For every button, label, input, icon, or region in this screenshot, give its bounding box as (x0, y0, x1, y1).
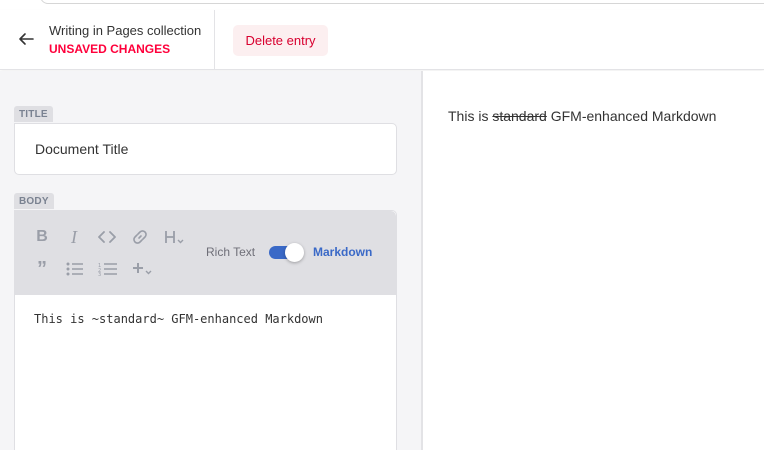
heading-icon[interactable] (163, 227, 187, 247)
markdown-mode-label[interactable]: Markdown (313, 245, 372, 259)
preview-text-before: This is (448, 108, 493, 124)
preview-paragraph: This is standard GFM-enhanced Markdown (448, 108, 716, 124)
markdown-textarea[interactable]: This is ~standard~ GFM-enhanced Markdown (34, 312, 323, 326)
quote-icon[interactable]: ” (32, 258, 52, 280)
svg-text:3: 3 (98, 272, 101, 276)
delete-entry-button[interactable]: Delete entry (233, 25, 328, 56)
code-icon[interactable] (97, 227, 117, 247)
address-bar (40, 0, 764, 4)
back-to-collection-link[interactable]: Writing in Pages collection UNSAVED CHAN… (0, 10, 215, 70)
mode-toggle[interactable] (269, 243, 305, 262)
toggle-knob (285, 243, 304, 262)
title-input-value: Document Title (35, 141, 129, 157)
body-editor[interactable]: B I ” 123 Rich Text Markdown This is ~st… (14, 210, 397, 450)
italic-icon[interactable]: I (64, 227, 84, 247)
editor-toolbar: B I ” 123 Rich Text Markdown (15, 211, 396, 295)
editor-pane: TITLE Document Title BODY B I ” 123 Rich… (0, 71, 421, 450)
link-icon[interactable] (130, 227, 150, 247)
title-field-label: TITLE (14, 106, 53, 122)
editor-header: Writing in Pages collection UNSAVED CHAN… (0, 10, 764, 70)
preview-pane: This is standard GFM-enhanced Markdown (423, 71, 764, 450)
bold-icon[interactable]: B (32, 227, 52, 247)
back-arrow-icon (19, 33, 34, 45)
unsaved-status: UNSAVED CHANGES (49, 42, 171, 56)
preview-strikethrough: standard (492, 108, 547, 124)
numbered-list-icon[interactable]: 123 (98, 259, 118, 279)
preview-text-after: GFM-enhanced Markdown (546, 108, 717, 124)
rich-text-mode-label[interactable]: Rich Text (206, 245, 255, 259)
body-field-label: BODY (14, 193, 54, 209)
browser-top-strip (0, 0, 764, 10)
title-input[interactable]: Document Title (14, 123, 397, 175)
collection-title: Writing in Pages collection (49, 23, 202, 38)
bulleted-list-icon[interactable] (65, 259, 85, 279)
add-icon[interactable] (131, 259, 155, 279)
